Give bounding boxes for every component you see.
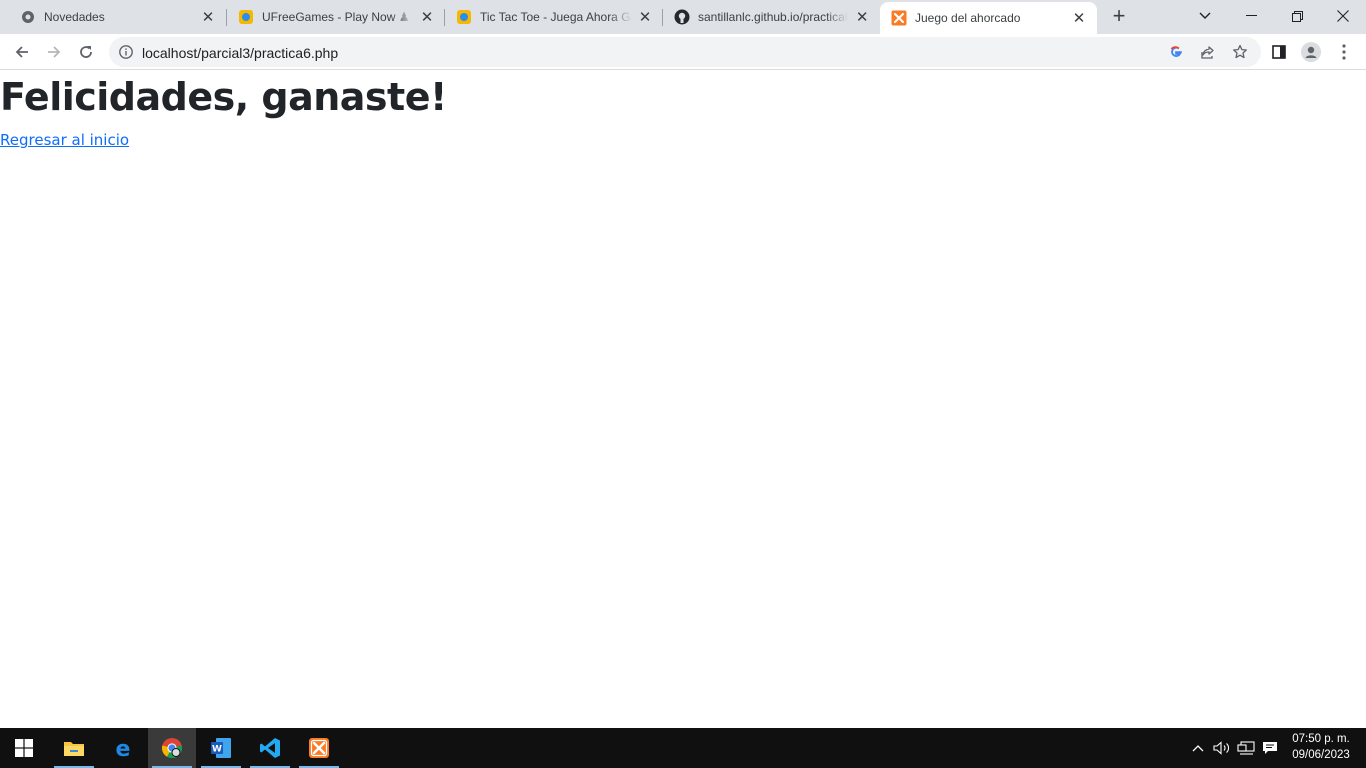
- file-explorer-icon[interactable]: [50, 728, 98, 768]
- chrome-icon[interactable]: [148, 728, 196, 768]
- github-icon: [674, 9, 690, 25]
- menu-kebab-icon[interactable]: [1332, 40, 1356, 64]
- tab-title: UFreeGames - Play Now ♟ Play: [262, 10, 414, 24]
- clock-time: 07:50 p. m.: [1292, 733, 1350, 745]
- tab-close-icon[interactable]: ✕: [420, 9, 434, 26]
- tab-search-chevron-icon[interactable]: [1182, 0, 1228, 32]
- address-bar[interactable]: localhost/parcial3/practica6.php: [109, 37, 1261, 67]
- network-icon[interactable]: [1236, 738, 1256, 758]
- minimize-icon[interactable]: [1228, 0, 1274, 32]
- reload-icon[interactable]: [72, 38, 100, 66]
- xampp-taskbar-icon[interactable]: [295, 728, 343, 768]
- svg-text:e: e: [116, 737, 131, 759]
- notifications-icon[interactable]: [1260, 738, 1280, 758]
- tab-tictactoe[interactable]: Tic Tac Toe - Juega Ahora Gratis ✕: [436, 0, 662, 34]
- tab-title: Juego del ahorcado: [915, 11, 1021, 25]
- word-icon[interactable]: W: [197, 728, 245, 768]
- profile-avatar-icon[interactable]: [1299, 40, 1323, 64]
- tab-ahorcado-active[interactable]: Juego del ahorcado ✕: [880, 2, 1097, 34]
- chrome-settings-icon: [20, 9, 36, 25]
- volume-icon[interactable]: [1212, 738, 1232, 758]
- tab-novedades[interactable]: Novedades ✕: [0, 0, 226, 34]
- google-lens-icon[interactable]: [1168, 44, 1184, 60]
- tab-close-icon[interactable]: ✕: [854, 9, 870, 26]
- close-window-icon[interactable]: [1320, 0, 1366, 32]
- bookmark-star-icon[interactable]: [1232, 44, 1248, 60]
- ufreegames-icon: [238, 9, 254, 25]
- ufreegames-icon: [456, 9, 472, 25]
- vscode-icon[interactable]: [246, 728, 294, 768]
- forward-icon[interactable]: [40, 38, 68, 66]
- back-to-home-link[interactable]: Regresar al inicio: [0, 131, 129, 149]
- tab-close-icon[interactable]: ✕: [200, 9, 216, 26]
- tab-title: Novedades: [44, 10, 105, 24]
- site-info-icon[interactable]: [118, 44, 134, 60]
- clock-date: 09/06/2023: [1292, 749, 1350, 761]
- page-heading: Felicidades, ganaste!: [0, 75, 447, 119]
- side-panel-icon[interactable]: [1267, 40, 1291, 64]
- taskbar-clock[interactable]: 07:50 p. m. 09/06/2023: [1286, 731, 1356, 763]
- tab-strip: Novedades ✕ UFreeGames - Play Now ♟ Play…: [0, 0, 1366, 34]
- browser-toolbar: localhost/parcial3/practica6.php: [0, 34, 1366, 70]
- show-hidden-icons-chevron-icon[interactable]: [1188, 738, 1208, 758]
- tab-close-icon[interactable]: ✕: [638, 9, 652, 26]
- windows-taskbar: e W 07:50 p. m. 09/06/2023: [0, 728, 1366, 768]
- tab-title: Tic Tac Toe - Juega Ahora Gratis: [480, 10, 632, 24]
- tab-github[interactable]: santillanlc.github.io/practica6 ✕: [654, 0, 880, 34]
- new-tab-plus-icon[interactable]: +: [1108, 5, 1130, 28]
- page-content: Felicidades, ganaste! Regresar al inicio: [0, 71, 1366, 728]
- svg-text:W: W: [212, 745, 222, 755]
- start-button-windows-icon[interactable]: [0, 728, 48, 768]
- tab-title: santillanlc.github.io/practica6: [698, 10, 849, 24]
- back-icon[interactable]: [8, 38, 36, 66]
- share-icon[interactable]: [1200, 44, 1216, 60]
- xampp-icon: [891, 10, 907, 26]
- address-url: localhost/parcial3/practica6.php: [142, 45, 339, 61]
- tab-ufreegames[interactable]: UFreeGames - Play Now ♟ Play ✕: [218, 0, 444, 34]
- tab-close-icon[interactable]: ✕: [1071, 10, 1087, 27]
- edge-icon[interactable]: e: [99, 728, 147, 768]
- restore-icon[interactable]: [1274, 0, 1320, 32]
